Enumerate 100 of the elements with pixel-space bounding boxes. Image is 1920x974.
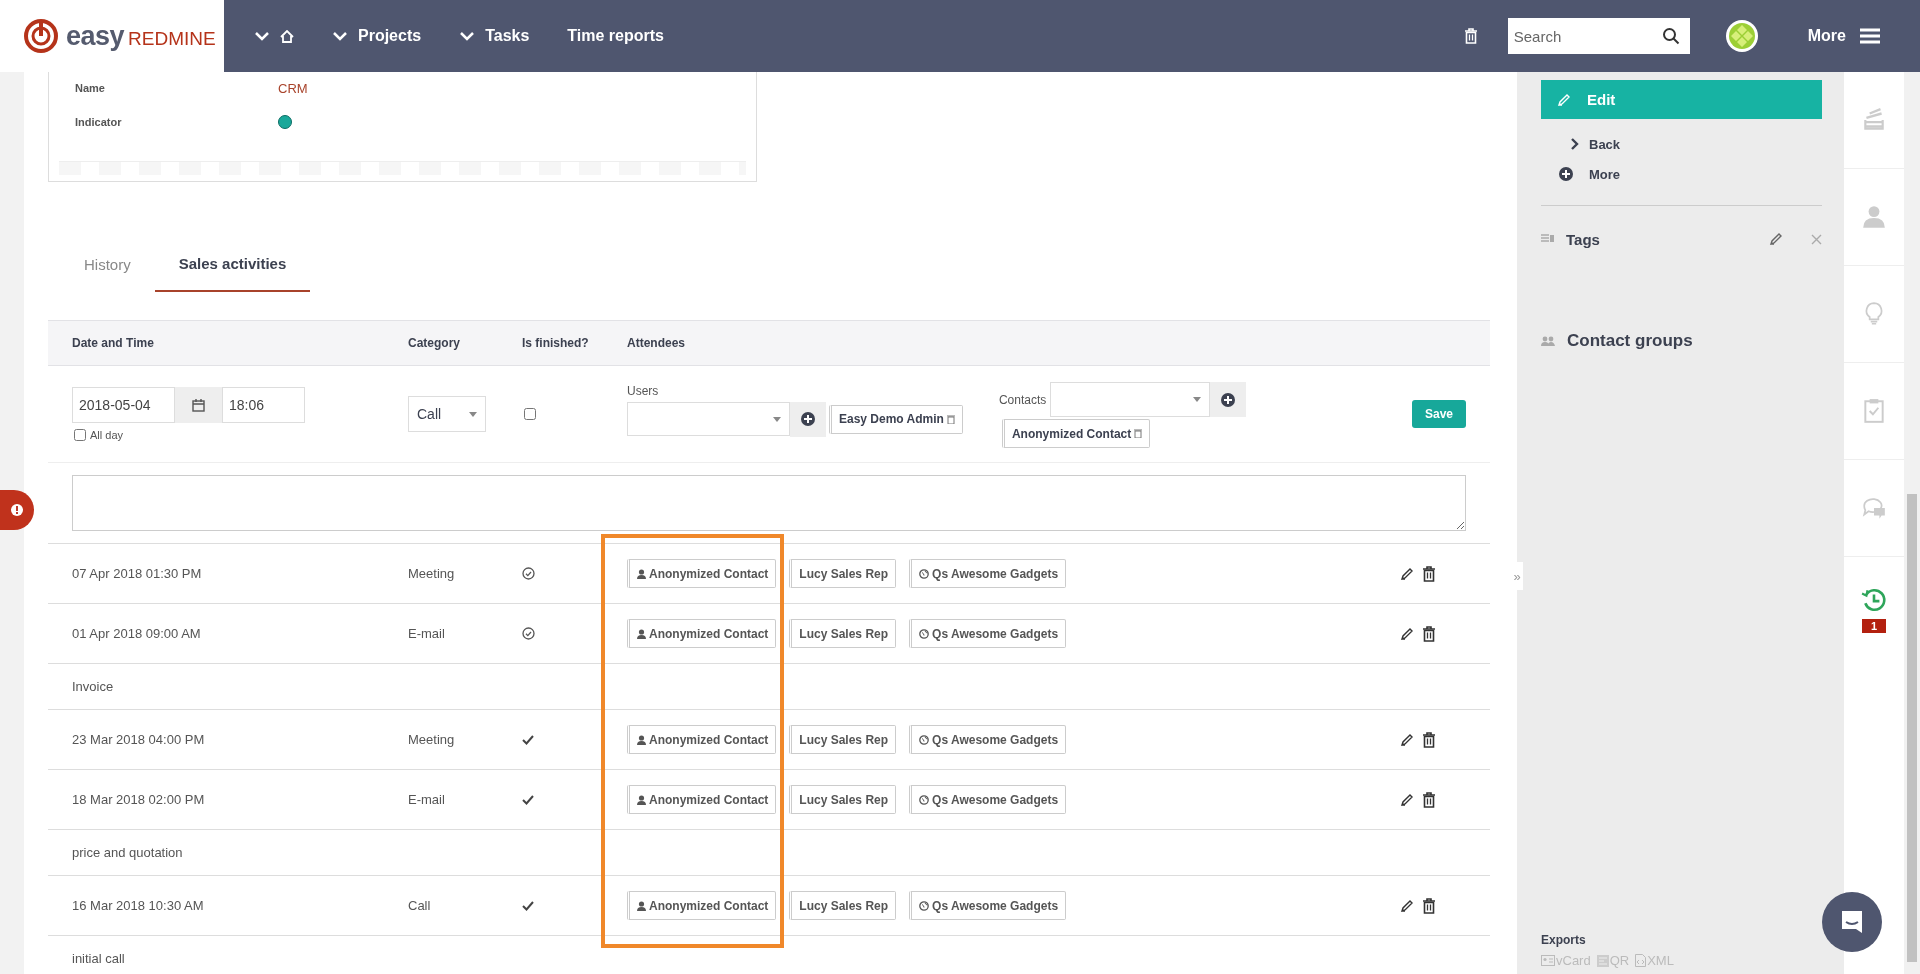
nav-item[interactable]: Projects [324, 16, 430, 56]
home-icon [280, 29, 294, 43]
stack-icon [1861, 107, 1887, 133]
field-value: CRM [278, 80, 308, 96]
search-field[interactable]: Search [1507, 18, 1690, 54]
chevron-icon [459, 30, 476, 42]
edit-button[interactable] [1400, 898, 1414, 913]
attendee-chip[interactable]: Qs Awesome Gadgets [909, 725, 1067, 754]
count-badge: 1 [1861, 619, 1887, 633]
attendee-chip[interactable]: Lucy Sales Rep [789, 619, 897, 648]
person-icon [637, 734, 646, 745]
edit-button[interactable] [1400, 566, 1414, 581]
plus-icon [1559, 167, 1573, 181]
field-label: Contacts [998, 392, 1047, 407]
delete-button[interactable] [1422, 897, 1436, 914]
checkbox-label: All day [90, 429, 124, 441]
section-title: Contact groups [1567, 331, 1693, 351]
delete-button[interactable] [1422, 565, 1436, 582]
nav-item[interactable]: Time reports [559, 16, 672, 56]
globe-icon [919, 568, 930, 579]
globe-icon [919, 628, 930, 639]
pencil-icon [1400, 792, 1414, 807]
edit-button[interactable] [1400, 792, 1414, 807]
table-cell-text: E-mail [408, 625, 446, 643]
section-title: Exports [1541, 933, 1587, 947]
pencil-icon [1769, 232, 1783, 246]
category-select[interactable]: Call [408, 396, 486, 432]
trash-icon [946, 414, 955, 424]
grid-icon [1596, 954, 1609, 967]
attendee-chip[interactable]: Anonymized Contact [627, 619, 777, 648]
history-clock-icon [1861, 587, 1887, 613]
delete-button[interactable] [1422, 731, 1436, 748]
description-field[interactable] [72, 475, 1466, 531]
logo[interactable]: easy REDMINE [0, 0, 224, 72]
calendar-button[interactable] [175, 387, 222, 423]
pencil-icon [1400, 626, 1414, 641]
time-field[interactable]: 18:06 [222, 387, 305, 423]
attendee-chip[interactable]: Anonymized Contact [1001, 419, 1151, 448]
pencil-icon [1400, 566, 1414, 581]
attendee-chip[interactable]: Lucy Sales Rep [789, 785, 897, 814]
sidebar-link[interactable]: More [1559, 159, 1822, 189]
checkbox[interactable] [74, 429, 86, 441]
table-cell-text: 16 Mar 2018 10:30 AM [72, 897, 205, 915]
avatar-pattern-icon [1725, 20, 1758, 52]
attendee-chip[interactable]: Qs Awesome Gadgets [909, 891, 1067, 920]
checkbox[interactable] [524, 408, 536, 420]
chevron-icon [332, 30, 348, 42]
rail-button[interactable]: 1 [1861, 587, 1887, 633]
edit-button[interactable] [1400, 626, 1414, 641]
delete-button[interactable] [1422, 791, 1436, 808]
avatar[interactable] [1725, 20, 1758, 52]
sidebar-link[interactable]: Back [1571, 129, 1822, 159]
add-button[interactable] [1210, 382, 1247, 417]
delete-button[interactable] [1422, 625, 1436, 642]
trash-icon [1134, 429, 1143, 438]
edit-button[interactable] [1400, 732, 1414, 747]
column-header: Is finished? [522, 335, 590, 352]
tab[interactable]: History [60, 236, 155, 292]
chat-bubbles-icon [1861, 495, 1887, 521]
trash-icon [1422, 625, 1436, 642]
table-cell-text: Call [408, 897, 432, 915]
pencil-icon [1400, 898, 1414, 913]
card-icon [1541, 955, 1555, 966]
nav-item[interactable]: Tasks [451, 16, 538, 56]
menu-icon [1860, 28, 1880, 44]
table-cell-text: 01 Apr 2018 09:00 AM [72, 625, 202, 643]
table-cell-text: 23 Mar 2018 04:00 PM [72, 731, 206, 749]
activity-note: Invoice [72, 679, 114, 694]
attendee-chip[interactable]: Qs Awesome Gadgets [909, 619, 1067, 648]
attendee-chip[interactable]: Qs Awesome Gadgets [909, 785, 1067, 814]
attendee-chip[interactable]: Anonymized Contact [627, 785, 777, 814]
table-cell-text: E-mail [408, 791, 446, 809]
attendee-chip[interactable]: Lucy Sales Rep [789, 725, 897, 754]
person-icon [637, 900, 646, 911]
calendar-icon [192, 398, 205, 412]
close-icon [1811, 233, 1822, 245]
pencil-icon [1557, 92, 1571, 107]
field-label: Users [627, 383, 660, 398]
add-button[interactable] [790, 401, 826, 437]
activity-note: price and quotation [72, 845, 183, 860]
date-field[interactable]: 2018-05-04 [72, 387, 175, 423]
chevron-icon [254, 30, 270, 42]
help-icon [10, 503, 24, 517]
attendee-chip[interactable]: Easy Demo Admin [829, 404, 963, 434]
column-header: Category [408, 336, 461, 350]
attendee-chip[interactable]: Lucy Sales Rep [789, 559, 897, 588]
table-cell-text: Meeting [408, 731, 456, 749]
tab[interactable]: Sales activities [154, 236, 311, 292]
trash-icon [1422, 565, 1436, 582]
globe-icon [919, 900, 930, 911]
help-tab[interactable] [0, 490, 34, 530]
more-menu-button[interactable]: More [1807, 27, 1880, 45]
attendee-chip[interactable]: Lucy Sales Rep [789, 891, 897, 920]
attendee-chip[interactable]: Anonymized Contact [627, 891, 777, 920]
pencil-icon [1400, 732, 1414, 747]
attendee-chip[interactable]: Anonymized Contact [627, 725, 777, 754]
scrollbar[interactable] [1904, 72, 1920, 974]
column-header: Date and Time [72, 336, 155, 350]
attendee-chip[interactable]: Qs Awesome Gadgets [909, 559, 1067, 588]
attendee-chip[interactable]: Anonymized Contact [627, 559, 777, 588]
